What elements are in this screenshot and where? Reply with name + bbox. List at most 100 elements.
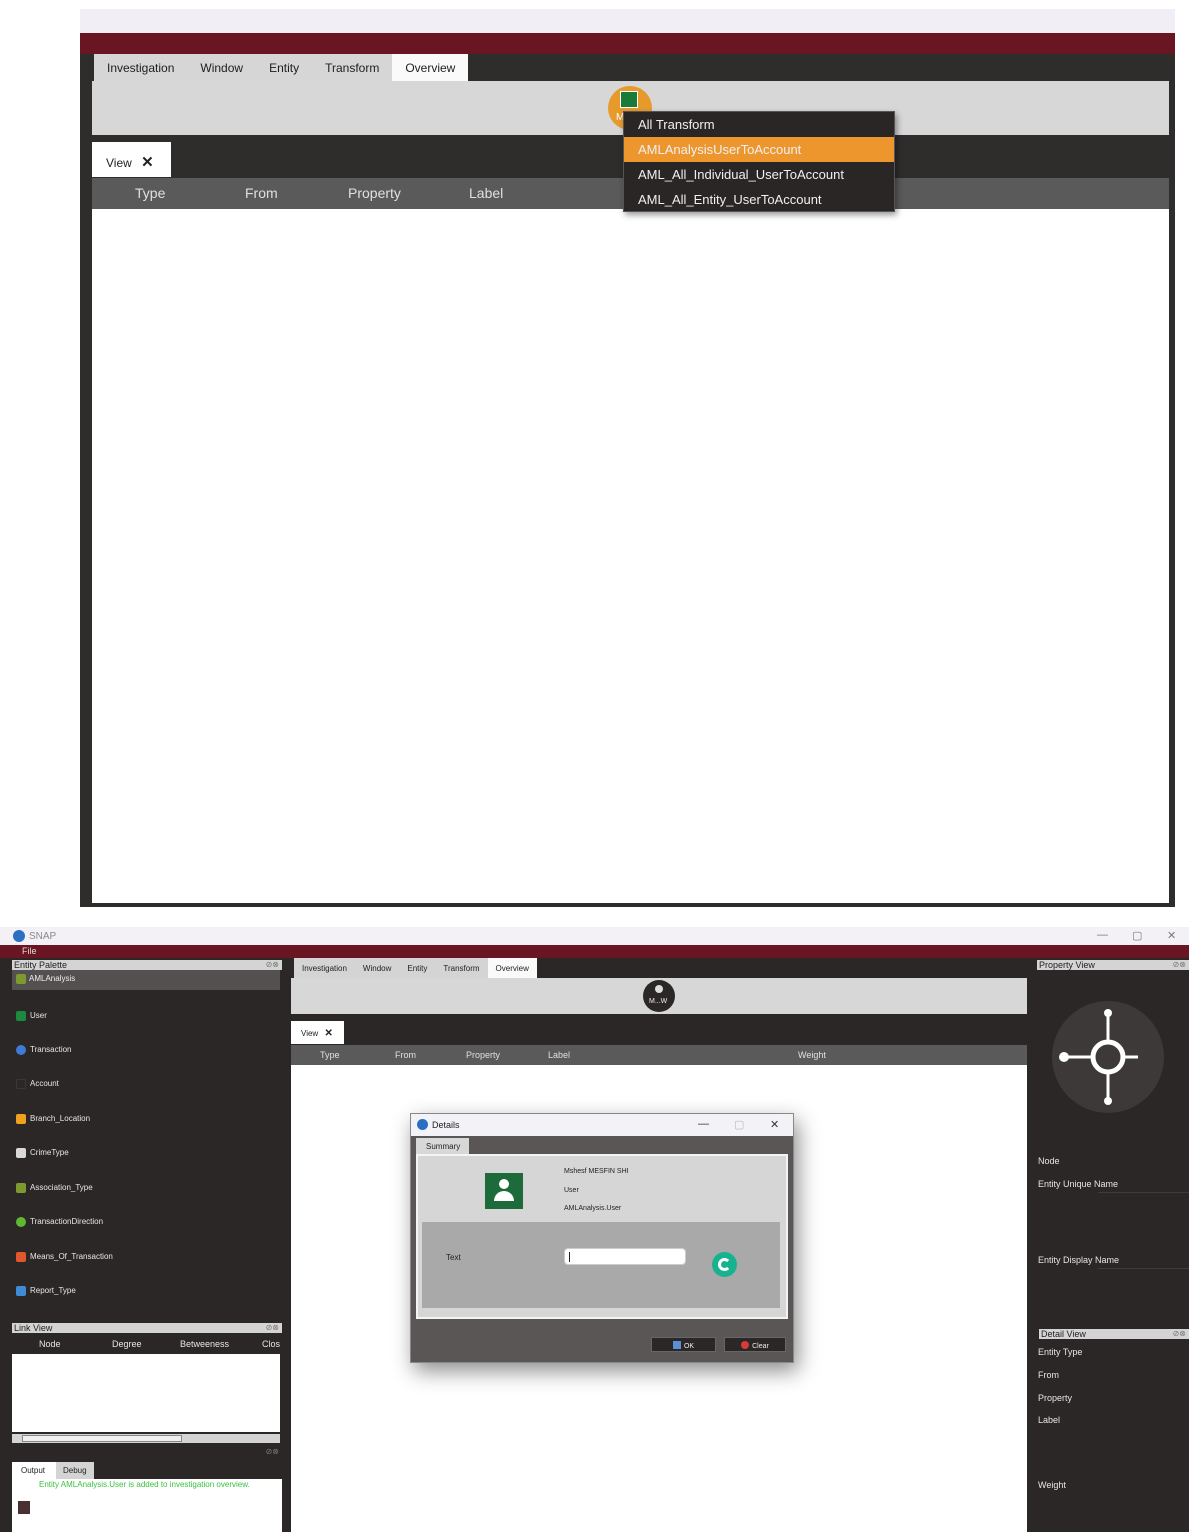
- palette-group[interactable]: AMLAnalysis: [12, 970, 280, 990]
- column-label[interactable]: Label: [548, 1050, 570, 1060]
- user-icon: [620, 91, 638, 108]
- panel-controls-icon[interactable]: ⊘⊗: [1173, 1329, 1186, 1339]
- top-tab-bar: Investigation Window Entity Transform Ov…: [94, 54, 469, 81]
- column-betweeness[interactable]: Betweeness: [180, 1339, 229, 1349]
- column-closeness[interactable]: Clos: [262, 1339, 280, 1349]
- link-view-columns: Node Degree Betweeness Clos: [12, 1334, 280, 1354]
- view-tab[interactable]: View ✕: [291, 1021, 344, 1044]
- column-from[interactable]: From: [245, 185, 278, 201]
- tab-summary[interactable]: Summary: [416, 1138, 469, 1154]
- close-icon[interactable]: ✕: [324, 1028, 332, 1039]
- clear-button[interactable]: Clear: [724, 1337, 786, 1352]
- palette-item-association-type[interactable]: Association_Type: [16, 1182, 93, 1194]
- palette-item-means-of-transaction[interactable]: Means_Of_Transaction: [16, 1251, 113, 1263]
- association-icon: [16, 1182, 26, 1193]
- node-label: M...W: [649, 998, 668, 1005]
- label-entity-display-name: Entity Display Name: [1038, 1255, 1120, 1265]
- link-view-scrollbar[interactable]: [12, 1434, 280, 1443]
- entity-unique-name-field[interactable]: [1098, 1192, 1189, 1193]
- column-label[interactable]: Label: [469, 185, 503, 201]
- entity-class: AMLAnalysis.User: [564, 1205, 622, 1212]
- view-tab[interactable]: View ✕: [92, 142, 171, 177]
- palette-group-label: AMLAnalysis: [29, 974, 76, 983]
- tab-overview[interactable]: Overview: [487, 958, 537, 978]
- link-view-table[interactable]: [12, 1354, 280, 1432]
- tab-entity[interactable]: Entity: [399, 958, 436, 978]
- palette-item-transaction[interactable]: Transaction: [16, 1044, 72, 1056]
- tab-transform[interactable]: Transform: [435, 958, 488, 978]
- minimize-icon[interactable]: —: [1097, 929, 1108, 941]
- menu-item-aml-individual[interactable]: AML_All_Individual_UserToAccount: [624, 162, 894, 187]
- direction-icon: [16, 1216, 26, 1227]
- link-view-title: Link View: [14, 1323, 53, 1333]
- tab-window[interactable]: Window: [187, 54, 257, 81]
- tab-debug[interactable]: Debug: [56, 1462, 94, 1479]
- link-view-header: Link View ⊘⊗: [12, 1323, 282, 1333]
- window-title: SNAP: [29, 931, 57, 942]
- text-caret: [569, 1252, 570, 1262]
- palette-item-report-type[interactable]: Report_Type: [16, 1285, 76, 1297]
- menu-item-aml-entity[interactable]: AML_All_Entity_UserToAccount: [624, 187, 894, 212]
- menu-file[interactable]: File: [22, 946, 37, 956]
- output-message: Entity AMLAnalysis.User is added to inve…: [39, 1480, 250, 1489]
- grammarly-icon[interactable]: [712, 1252, 737, 1277]
- graph-canvas[interactable]: [92, 209, 1169, 903]
- column-property[interactable]: Property: [466, 1050, 500, 1060]
- maximize-icon[interactable]: ▢: [734, 1118, 744, 1131]
- close-icon[interactable]: ✕: [141, 154, 154, 171]
- column-type[interactable]: Type: [135, 185, 165, 201]
- ok-button[interactable]: OK: [651, 1337, 716, 1352]
- tab-window[interactable]: Window: [354, 958, 400, 978]
- panel-controls-icon[interactable]: ⊘⊗: [1173, 960, 1186, 970]
- window-titlebar: SNAP — ▢ ✕: [0, 927, 1189, 945]
- entity-node[interactable]: M...W: [643, 980, 675, 1012]
- tab-output[interactable]: Output: [12, 1462, 56, 1479]
- screenshot-root: Investigation Window Entity Transform Ov…: [0, 0, 1189, 1532]
- tab-entity[interactable]: Entity: [256, 54, 313, 81]
- entity-type: User: [564, 1187, 579, 1194]
- palette-item-transaction-direction[interactable]: TransactionDirection: [16, 1216, 103, 1228]
- app-logo-icon: [417, 1119, 428, 1130]
- column-weight[interactable]: Weight: [798, 1050, 826, 1060]
- column-node[interactable]: Node: [39, 1339, 61, 1349]
- label-weight: Weight: [1038, 1480, 1066, 1490]
- close-icon[interactable]: ✕: [770, 1118, 779, 1131]
- panel-controls-icon[interactable]: ⊘⊗: [266, 1447, 279, 1456]
- column-from[interactable]: From: [395, 1050, 416, 1060]
- transform-context-menu: All Transform AMLAnalysisUserToAccount A…: [623, 111, 895, 212]
- dialog-titlebar: Details — ▢ ✕: [411, 1114, 793, 1136]
- column-type[interactable]: Type: [320, 1050, 340, 1060]
- text-field-area: Text: [422, 1222, 780, 1308]
- minimize-icon[interactable]: —: [698, 1118, 709, 1130]
- text-label: Text: [446, 1253, 461, 1262]
- label-from: From: [1038, 1370, 1059, 1380]
- close-icon[interactable]: ✕: [1167, 929, 1176, 942]
- palette-item-user[interactable]: User: [16, 1010, 47, 1022]
- panel-controls-icon[interactable]: ⊘⊗: [266, 1323, 279, 1333]
- user-icon: [655, 985, 663, 993]
- menu-item-aml-user-to-account[interactable]: AMLAnalysisUserToAccount: [624, 137, 894, 162]
- entity-display-name-field[interactable]: [1098, 1268, 1189, 1269]
- scroll-thumb[interactable]: [22, 1435, 182, 1442]
- tab-investigation[interactable]: Investigation: [94, 54, 188, 81]
- output-log-icon[interactable]: [18, 1501, 30, 1514]
- maximize-icon[interactable]: ▢: [1132, 929, 1142, 942]
- column-degree[interactable]: Degree: [112, 1339, 142, 1349]
- menu-item-all-transform[interactable]: All Transform: [624, 112, 894, 137]
- column-header: Type From Property Label Weight: [291, 1045, 1027, 1065]
- tab-investigation[interactable]: Investigation: [294, 958, 355, 978]
- label-entity-unique-name: Entity Unique Name: [1038, 1179, 1119, 1189]
- text-input[interactable]: [564, 1248, 686, 1265]
- tab-overview[interactable]: Overview: [392, 54, 469, 81]
- output-header: ⊘⊗: [12, 1447, 282, 1457]
- dialog-title: Details: [432, 1120, 460, 1130]
- group-icon: [16, 974, 26, 984]
- tab-transform[interactable]: Transform: [312, 54, 393, 81]
- palette-item-branch-location[interactable]: Branch_Location: [16, 1113, 90, 1125]
- panel-controls-icon[interactable]: ⊘⊗: [266, 960, 279, 970]
- palette-item-crimetype[interactable]: CrimeType: [16, 1147, 69, 1159]
- column-property[interactable]: Property: [348, 185, 401, 201]
- center-tab-bar: Investigation Window Entity Transform Ov…: [294, 958, 537, 978]
- entity-name: Mshesf MESFIN SHI: [564, 1168, 629, 1175]
- palette-item-account[interactable]: Account: [16, 1078, 59, 1090]
